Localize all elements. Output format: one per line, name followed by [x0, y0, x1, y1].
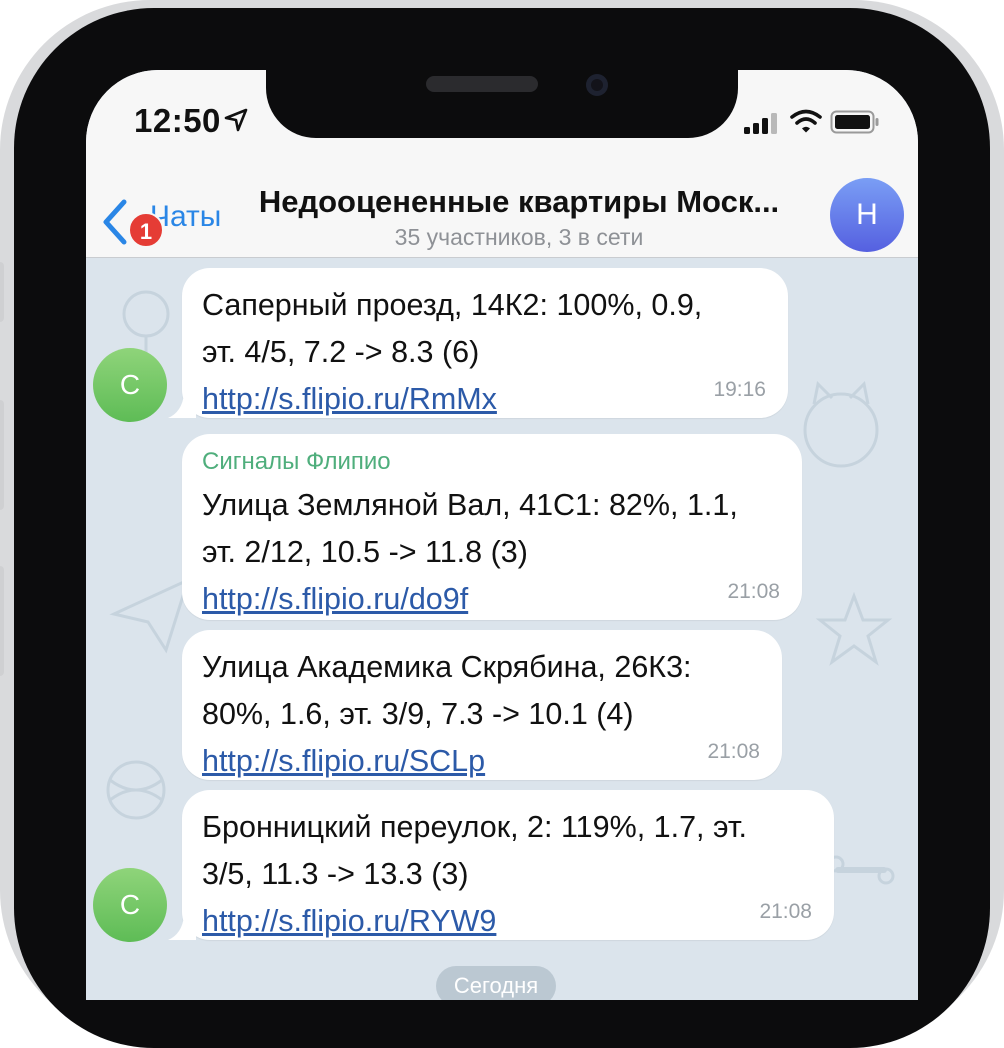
- bubble-tail: [168, 394, 196, 418]
- volume-down-button: [0, 566, 4, 676]
- bubble-tail: [168, 916, 196, 940]
- location-arrow-icon: [224, 108, 248, 132]
- back-to-chats-button[interactable]: Чаты 1: [100, 196, 230, 248]
- chevron-left-icon: [103, 199, 127, 245]
- message-time: 21:08: [727, 580, 780, 603]
- earpiece-speaker: [426, 76, 538, 92]
- message-link[interactable]: http://s.flipio.ru/do9f: [202, 576, 468, 623]
- message-time: 21:08: [707, 740, 760, 763]
- wifi-icon: [790, 109, 822, 133]
- battery-icon: [830, 110, 879, 134]
- chat-title[interactable]: Недооцененные квартиры Моск...: [236, 184, 802, 220]
- volume-up-button: [0, 400, 4, 510]
- message-bubble[interactable]: Улица Академика Скрябина, 26К3: 80%, 1.6…: [182, 630, 782, 780]
- message-time: 21:08: [759, 900, 812, 923]
- front-camera: [586, 74, 608, 96]
- message-text: Саперный проезд, 14К2: 100%, 0.9, эт. 4/…: [202, 288, 703, 369]
- group-avatar[interactable]: Н: [830, 178, 904, 252]
- message-text: Улица Земляной Вал, 41С1: 82%, 1.1, эт. …: [202, 488, 738, 569]
- cellular-signal-icon: [744, 113, 777, 134]
- sender-avatar[interactable]: С: [93, 868, 167, 942]
- message-text: Улица Академика Скрябина, 26К3: 80%, 1.6…: [202, 650, 692, 731]
- message-bubble[interactable]: Бронницкий переулок, 2: 119%, 1.7, эт. 3…: [168, 790, 834, 940]
- message-bubble[interactable]: Саперный проезд, 14К2: 100%, 0.9, эт. 4/…: [168, 268, 788, 418]
- message-time: 19:16: [713, 378, 766, 401]
- unread-badge: 1: [128, 212, 164, 248]
- sender-avatar[interactable]: С: [93, 348, 167, 422]
- chat-header: Чаты 1 Недооцененные квартиры Моск... 35…: [86, 160, 918, 258]
- message-link[interactable]: http://s.flipio.ru/SCLp: [202, 738, 485, 785]
- message-text: Бронницкий переулок, 2: 119%, 1.7, эт. 3…: [202, 810, 747, 891]
- chat-members-status: 35 участников, 3 в сети: [394, 224, 644, 250]
- status-time: 12:50: [134, 102, 221, 139]
- sender-name[interactable]: Сигналы Флипио: [202, 448, 782, 476]
- display-notch: [266, 70, 738, 138]
- date-divider: Сегодня: [436, 966, 556, 1000]
- message-link[interactable]: http://s.flipio.ru/RmMx: [202, 376, 497, 423]
- message-list[interactable]: Саперный проезд, 14К2: 100%, 0.9, эт. 4/…: [86, 258, 918, 1000]
- mute-switch: [0, 262, 4, 322]
- message-bubble[interactable]: Сигналы Флипио Улица Земляной Вал, 41С1:…: [182, 434, 802, 620]
- phone-screen: 12:50 Чаты 1 Недооцененные квартиры Моск…: [86, 70, 918, 1000]
- message-link[interactable]: http://s.flipio.ru/RYW9: [202, 898, 496, 945]
